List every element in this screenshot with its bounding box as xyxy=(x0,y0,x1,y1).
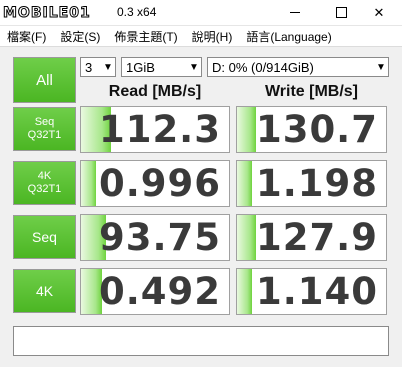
write-value: 127.9 xyxy=(255,216,378,259)
app-logo: MOBILE01 xyxy=(3,3,119,22)
write-value: 1.198 xyxy=(255,162,378,205)
read-column-header: Read [MB/s] xyxy=(108,83,202,100)
chevron-down-icon: ▼ xyxy=(103,61,113,73)
seq-button[interactable]: Seq xyxy=(13,215,76,259)
4k-write-result: 1.140 xyxy=(236,268,387,315)
4k-q32t1-write-result: 1.198 xyxy=(236,160,387,207)
menu-file[interactable]: 檔案(F) xyxy=(0,28,53,45)
write-value: 130.7 xyxy=(255,108,378,151)
window-title: 0.3 x64 xyxy=(117,5,157,19)
row-label-line1: Seq xyxy=(34,116,55,128)
4k-q32t1-read-result: 0.996 xyxy=(80,160,230,207)
read-value: 0.996 xyxy=(98,162,221,205)
menu-settings[interactable]: 設定(S) xyxy=(53,28,107,45)
minimize-button[interactable] xyxy=(272,0,318,25)
4k-q32t1-button[interactable]: 4K Q32T1 xyxy=(13,161,76,205)
write-bar xyxy=(237,107,257,152)
minimize-icon xyxy=(290,12,300,13)
test-count-select[interactable]: 3 ▼ xyxy=(80,57,116,77)
write-column-header: Write [MB/s] xyxy=(264,83,359,100)
maximize-icon xyxy=(335,7,347,18)
write-bar xyxy=(237,215,257,260)
row-label-line2: Q32T1 xyxy=(27,183,62,195)
close-button[interactable]: ✕ xyxy=(356,0,402,25)
menu-theme[interactable]: 佈景主題(T) xyxy=(107,28,184,45)
main-panel: All 3 ▼ 1GiB ▼ D: 0% (0/914GiB) ▼ Read [… xyxy=(0,47,402,367)
seq-q32t1-button[interactable]: Seq Q32T1 xyxy=(13,107,76,151)
4k-button[interactable]: 4K xyxy=(13,269,76,313)
comment-field[interactable] xyxy=(13,326,389,356)
chevron-down-icon: ▼ xyxy=(376,61,386,73)
seq-write-result: 127.9 xyxy=(236,214,387,261)
run-all-label: All xyxy=(36,71,53,89)
read-value: 93.75 xyxy=(98,216,221,259)
read-value: 0.492 xyxy=(98,270,221,313)
row-label-line2: Q32T1 xyxy=(27,129,62,141)
close-icon: ✕ xyxy=(373,4,385,20)
test-count-value: 3 xyxy=(85,59,93,75)
write-value: 1.140 xyxy=(255,270,378,313)
write-bar xyxy=(237,269,252,314)
title-bar: MOBILE01 0.3 x64 ✕ xyxy=(0,0,402,26)
drive-select[interactable]: D: 0% (0/914GiB) ▼ xyxy=(207,57,389,77)
read-bar xyxy=(81,161,96,206)
menu-bar: 檔案(F) 設定(S) 佈景主題(T) 說明(H) 語言(Language) xyxy=(0,26,402,47)
test-size-value: 1GiB xyxy=(126,59,155,75)
menu-language[interactable]: 語言(Language) xyxy=(239,28,338,45)
run-all-button[interactable]: All xyxy=(13,57,76,103)
menu-help[interactable]: 說明(H) xyxy=(185,28,240,45)
seq-read-result: 93.75 xyxy=(80,214,230,261)
row-label-line1: Seq xyxy=(32,228,57,245)
4k-read-result: 0.492 xyxy=(80,268,230,315)
logo-text: MOBILE01 xyxy=(3,4,91,21)
read-value: 112.3 xyxy=(98,108,221,151)
seq-q32t1-write-result: 130.7 xyxy=(236,106,387,153)
seq-q32t1-read-result: 112.3 xyxy=(80,106,230,153)
test-size-select[interactable]: 1GiB ▼ xyxy=(121,57,202,77)
row-label-line1: 4K xyxy=(37,170,52,182)
write-bar xyxy=(237,161,252,206)
row-label-line1: 4K xyxy=(35,282,54,299)
chevron-down-icon: ▼ xyxy=(189,61,199,73)
drive-value: D: 0% (0/914GiB) xyxy=(212,59,314,75)
